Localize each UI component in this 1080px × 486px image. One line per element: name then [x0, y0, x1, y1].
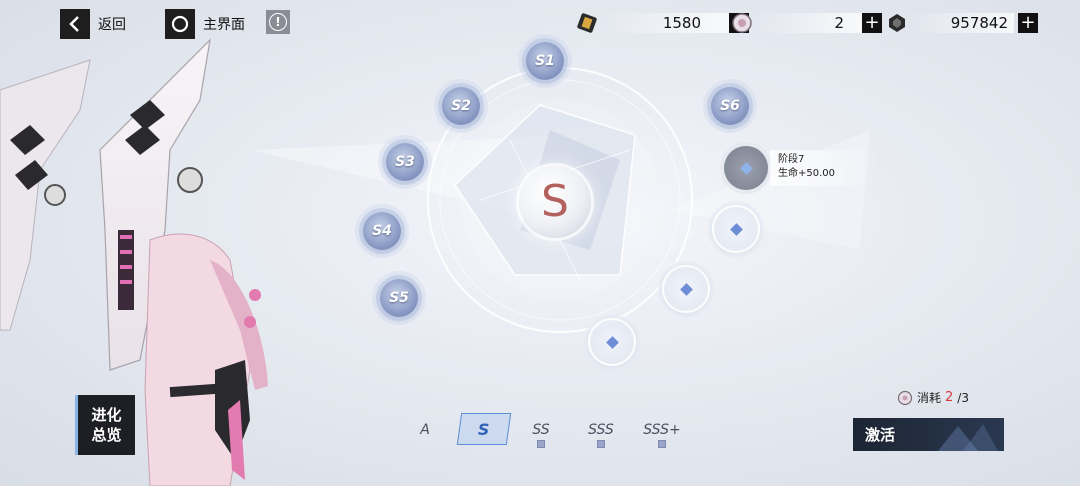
- back-label: 返回: [98, 17, 126, 33]
- resource-value: 2: [834, 14, 844, 32]
- activate-label: 激活: [865, 426, 896, 444]
- center-rank-emblem: S: [519, 166, 591, 238]
- node-s1[interactable]: S1: [526, 42, 564, 80]
- add-crystal-button[interactable]: +: [1018, 13, 1038, 33]
- cost-need: /3: [957, 390, 969, 405]
- activate-button[interactable]: 激活: [853, 418, 1004, 451]
- resource-value: 957842: [950, 14, 1008, 32]
- diamond-icon: [739, 161, 753, 175]
- home-circle-icon: [165, 9, 195, 39]
- evolution-overview-line2: 总览: [91, 426, 122, 444]
- home-label: 主界面: [203, 17, 245, 33]
- node-s6[interactable]: S6: [711, 87, 749, 125]
- tier-tab-sss-plus[interactable]: SSS+: [636, 422, 688, 448]
- cost-have: 2: [945, 390, 954, 405]
- node-stage10[interactable]: [588, 318, 636, 366]
- tier-tab-s-selected[interactable]: S: [456, 413, 512, 445]
- tier-label: A: [420, 422, 430, 438]
- info-button[interactable]: !: [266, 10, 290, 34]
- info-icon: !: [269, 13, 287, 31]
- node-s5[interactable]: S5: [380, 279, 418, 317]
- tier-dot: [597, 440, 605, 448]
- tier-label: SS: [532, 422, 550, 438]
- node-stage7[interactable]: [724, 146, 768, 190]
- button-decor: [938, 424, 998, 451]
- stage-info-panel: 阶段7 生命+50.00: [770, 150, 880, 186]
- chip-icon: [732, 13, 752, 33]
- resource-crystal: 957842 +: [886, 12, 1038, 34]
- node-s3[interactable]: S3: [386, 143, 424, 181]
- tier-label: SSS+: [643, 422, 681, 438]
- tier-tab-a[interactable]: A: [399, 422, 451, 438]
- stage-bonus: 生命+50.00: [778, 168, 836, 179]
- back-arrow-icon: [60, 9, 90, 39]
- center-rank-letter: S: [541, 176, 569, 227]
- tier-label: S: [478, 419, 490, 439]
- character-illustration: [0, 38, 268, 486]
- cost-label: 消耗: [917, 391, 942, 405]
- evolution-overview-button[interactable]: 进化 总览: [75, 395, 135, 455]
- diamond-icon: [679, 282, 693, 296]
- back-button[interactable]: 返回: [60, 9, 126, 39]
- stage-label: 阶段7: [778, 154, 805, 165]
- tier-label: SSS: [588, 422, 614, 438]
- tier-tab-ss[interactable]: SS: [515, 422, 567, 448]
- cost-indicator: 消耗 2 /3: [897, 389, 969, 406]
- crystal-icon: [889, 14, 905, 32]
- node-s2[interactable]: S2: [442, 87, 480, 125]
- evolution-overview-line1: 进化: [91, 406, 122, 424]
- node-stage9[interactable]: [662, 265, 710, 313]
- diamond-icon: [605, 335, 619, 349]
- add-chip-button[interactable]: +: [862, 13, 882, 33]
- diamond-icon: [729, 222, 743, 236]
- chip-icon: [897, 390, 913, 405]
- resource-chip: 2 +: [730, 12, 882, 34]
- resource-value: 1580: [662, 14, 701, 32]
- tier-tab-sss[interactable]: SSS: [575, 422, 627, 448]
- node-stage8[interactable]: [712, 205, 760, 253]
- node-s4[interactable]: S4: [363, 212, 401, 250]
- tier-dot: [658, 440, 666, 448]
- tier-dot: [537, 440, 545, 448]
- home-button[interactable]: 主界面: [165, 9, 245, 39]
- resource-ticket: 1580 +: [575, 12, 749, 34]
- ticket-icon: [577, 13, 597, 33]
